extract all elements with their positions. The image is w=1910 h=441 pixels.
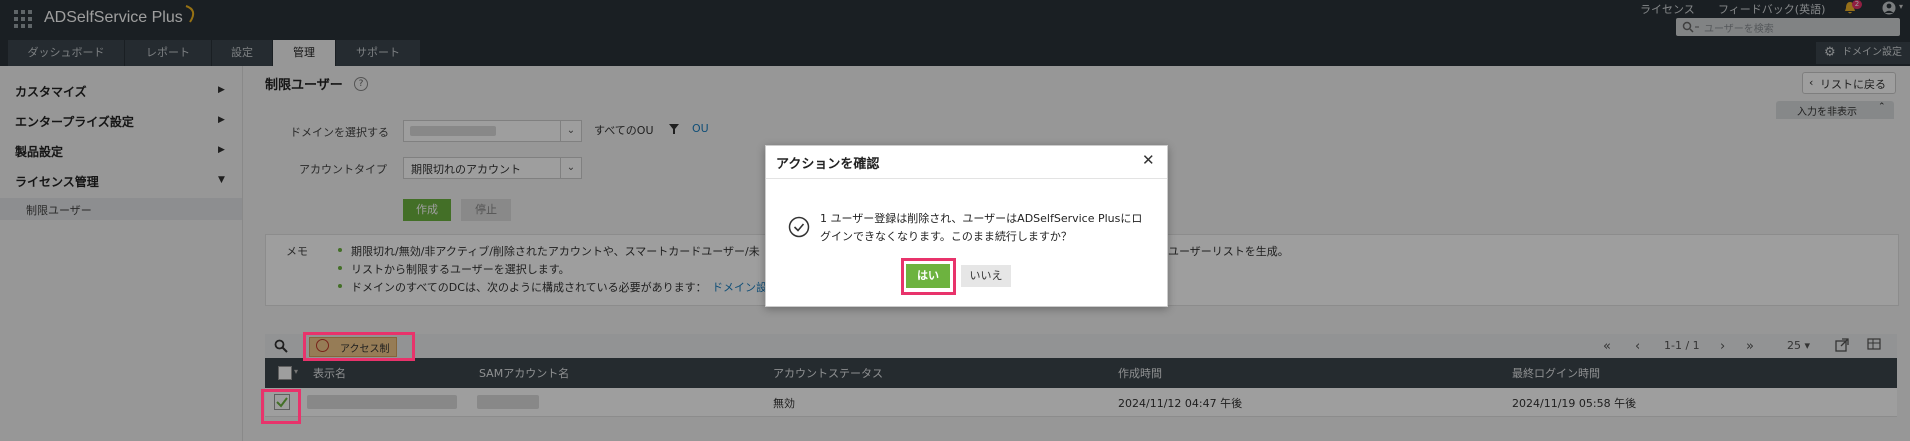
dialog-title: アクションを確認	[776, 157, 880, 172]
yes-button[interactable]: はい	[906, 264, 950, 288]
check-circle-icon	[788, 216, 810, 238]
highlight-access-restrict	[303, 332, 415, 361]
dialog-divider	[766, 178, 1167, 179]
no-button[interactable]: いいえ	[961, 265, 1011, 287]
close-icon[interactable]: ✕	[1142, 151, 1155, 169]
dialog-message: 1 ユーザー登録は削除され、ユーザーはADSelfService Plusにログ…	[820, 212, 1143, 243]
confirm-dialog: アクションを確認 ✕ 1 ユーザー登録は削除され、ユーザーはADSelfServ…	[765, 145, 1168, 307]
highlight-row-checkbox	[261, 389, 301, 424]
